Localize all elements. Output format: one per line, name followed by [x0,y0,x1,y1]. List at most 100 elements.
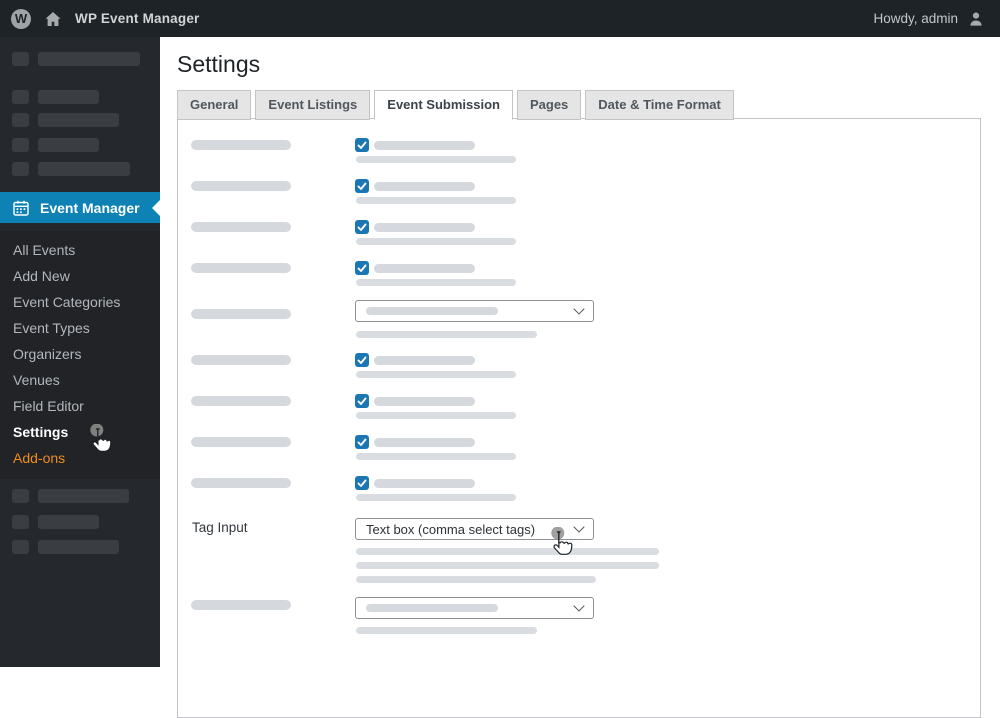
check-icon [357,438,367,446]
tab-event-submission[interactable]: Event Submission [374,90,513,120]
tab-general[interactable]: General [177,90,252,120]
setting-row [178,435,980,471]
wordpress-logo-icon[interactable]: W [11,8,31,29]
setting-label-skeleton [191,140,291,150]
main-content: Settings General Event Listings Event Su… [160,37,1000,718]
setting-row [178,353,980,389]
description-skeleton [356,279,516,286]
setting-label-skeleton [191,600,291,610]
description-skeleton [356,627,537,634]
select-dropdown[interactable] [355,300,594,322]
select-value-skeleton [366,604,498,612]
sidebar-item-label: Event Manager [40,199,140,216]
setting-row-tag-input: Tag Input Text box (comma select tags) [178,518,980,588]
description-skeleton [356,453,516,460]
setting-label-skeleton [191,396,291,406]
description-skeleton [356,197,516,204]
setting-row [178,179,980,215]
submenu-item-all-events[interactable]: All Events [0,237,160,263]
setting-row [178,300,980,338]
submenu-item-settings[interactable]: Settings [0,419,160,445]
checkbox-checked[interactable] [355,261,369,275]
submenu-item-event-types[interactable]: Event Types [0,315,160,341]
menu-item-skeleton[interactable] [0,113,160,129]
check-icon [357,182,367,190]
chevron-down-icon [573,521,585,533]
description-skeleton [356,371,516,378]
setting-row [178,476,980,512]
description-skeleton [356,331,537,338]
tag-input-select[interactable]: Text box (comma select tags) [355,518,594,540]
description-skeleton [356,548,659,555]
submenu-item-organizers[interactable]: Organizers [0,341,160,367]
menu-item-skeleton[interactable] [0,515,160,531]
checkbox-checked[interactable] [355,353,369,367]
setting-label-skeleton [191,437,291,447]
menu-icon-skeleton [12,489,29,503]
check-icon [357,356,367,364]
check-icon [357,141,367,149]
menu-label-skeleton [38,515,99,529]
menu-label-skeleton [38,162,130,176]
submenu-item-add-new[interactable]: Add New [0,263,160,289]
checkbox-label-skeleton [374,479,475,488]
select-dropdown[interactable] [355,597,594,619]
calendar-icon [13,200,29,216]
checkbox-checked[interactable] [355,179,369,193]
description-skeleton [356,576,596,583]
page-title: Settings [177,51,261,77]
submenu-item-venues[interactable]: Venues [0,367,160,393]
submenu-item-add-ons[interactable]: Add-ons [0,445,160,471]
setting-row [178,394,980,430]
menu-label-skeleton [38,52,140,66]
menu-label-skeleton [38,540,119,554]
menu-label-skeleton [38,113,119,127]
menu-item-skeleton[interactable] [0,162,160,178]
checkbox-checked[interactable] [355,476,369,490]
menu-icon-skeleton [12,90,29,104]
setting-row [178,220,980,256]
home-icon[interactable] [44,10,62,28]
checkbox-label-skeleton [374,223,475,232]
setting-row [178,261,980,297]
setting-row [178,138,980,174]
tab-event-listings[interactable]: Event Listings [255,90,371,120]
account-menu[interactable]: Howdy, admin [873,10,1000,28]
check-icon [357,397,367,405]
howdy-text: Howdy, admin [873,11,958,26]
submenu-item-event-categories[interactable]: Event Categories [0,289,160,315]
menu-item-skeleton[interactable] [0,489,160,505]
menu-icon-skeleton [12,52,29,66]
checkbox-label-skeleton [374,397,475,406]
checkbox-label-skeleton [374,182,475,191]
sidebar-item-event-manager[interactable]: Event Manager [0,192,160,223]
admin-bar: W WP Event Manager Howdy, admin [0,0,1000,37]
tab-date-time-format[interactable]: Date & Time Format [585,90,734,120]
checkbox-checked[interactable] [355,220,369,234]
submenu-item-field-editor[interactable]: Field Editor [0,393,160,419]
checkbox-label-skeleton [374,264,475,273]
menu-icon-skeleton [12,162,29,176]
tag-input-label: Tag Input [192,520,248,535]
site-name-link[interactable]: WP Event Manager [75,11,199,26]
menu-item-skeleton[interactable] [0,52,160,68]
tab-pages[interactable]: Pages [516,90,582,120]
checkbox-label-skeleton [374,141,475,150]
description-skeleton [356,238,516,245]
menu-item-skeleton[interactable] [0,138,160,154]
checkbox-checked[interactable] [355,138,369,152]
tag-input-selected-value: Text box (comma select tags) [366,521,536,537]
menu-item-skeleton[interactable] [0,90,160,106]
select-value-skeleton [366,307,498,315]
checkbox-checked[interactable] [355,394,369,408]
event-manager-submenu: All Events Add New Event Categories Even… [0,231,160,479]
setting-label-skeleton [191,222,291,232]
check-icon [357,223,367,231]
menu-item-skeleton[interactable] [0,540,160,556]
chevron-down-icon [573,600,585,612]
description-skeleton [356,494,516,501]
checkbox-checked[interactable] [355,435,369,449]
admin-sidebar: Event Manager All Events Add New Event C… [0,37,160,667]
menu-icon-skeleton [12,540,29,554]
checkbox-label-skeleton [374,438,475,447]
